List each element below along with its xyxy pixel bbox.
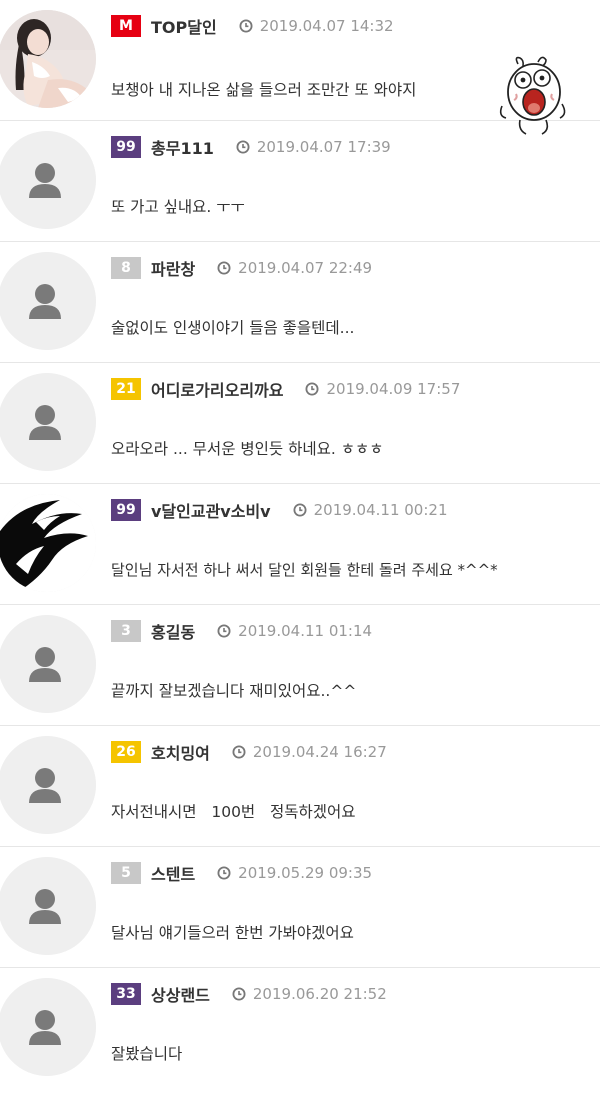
comment-date: 2019.06.20 21:52 xyxy=(232,985,387,1003)
comment-text: 술없이도 인생이야기 들음 좋을텐데... xyxy=(111,319,355,337)
clock-icon xyxy=(217,261,231,275)
comment-date: 2019.04.07 17:39 xyxy=(236,138,391,156)
comment-date: 2019.04.24 16:27 xyxy=(232,743,387,761)
clock-icon xyxy=(305,382,319,396)
clock-icon xyxy=(217,624,231,638)
comment-list: M TOP달인 2019.04.07 14:32 보챙아 내 지나온 삶을 들으… xyxy=(0,0,600,1089)
author-nickname[interactable]: 홍길동 xyxy=(151,619,195,643)
comment-date: 2019.04.07 22:49 xyxy=(217,259,372,277)
date-text: 2019.04.07 22:49 xyxy=(238,259,373,277)
clock-icon xyxy=(239,19,253,33)
default-person-icon xyxy=(0,131,96,229)
author-nickname[interactable]: 상상랜드 xyxy=(151,982,210,1006)
default-person-icon xyxy=(0,736,96,834)
clock-icon xyxy=(293,503,307,517)
comment-meta: 8 파란창 2019.04.07 22:49 xyxy=(111,257,372,279)
level-badge: 26 xyxy=(111,741,141,763)
comment-meta: M TOP달인 2019.04.07 14:32 xyxy=(111,15,394,37)
comment-date: 2019.04.11 01:14 xyxy=(217,622,372,640)
author-nickname[interactable]: v달인교관v소비v xyxy=(151,498,271,522)
comment-date: 2019.04.07 14:32 xyxy=(239,17,394,35)
comment-date: 2019.04.11 00:21 xyxy=(293,501,448,519)
level-badge: 8 xyxy=(111,257,141,279)
default-person-icon xyxy=(0,373,96,471)
avatar[interactable] xyxy=(0,252,96,350)
author-nickname[interactable]: 총무111 xyxy=(151,135,214,159)
date-text: 2019.04.09 17:57 xyxy=(326,380,461,398)
comment-item: 26 호치밍여 2019.04.24 16:27 자서전내시면 100번 정독하… xyxy=(0,726,600,847)
date-text: 2019.04.07 17:39 xyxy=(256,138,391,156)
comment-meta: 5 스텐트 2019.05.29 09:35 xyxy=(111,862,372,884)
author-nickname[interactable]: 스텐트 xyxy=(151,861,195,885)
clock-icon xyxy=(232,745,246,759)
clock-icon xyxy=(236,140,250,154)
avatar[interactable] xyxy=(0,857,96,955)
comment-item: 99 v달인교관v소비v 2019.04.11 00:21 달인님 자서전 하나… xyxy=(0,484,600,605)
clock-icon xyxy=(232,987,246,1001)
author-nickname[interactable]: TOP달인 xyxy=(151,14,217,38)
author-nickname[interactable]: 파란창 xyxy=(151,256,195,280)
comment-item: 33 상상랜드 2019.06.20 21:52 잘봤습니다 xyxy=(0,968,600,1089)
default-person-icon xyxy=(0,978,96,1076)
comment-text: 달인님 자서전 하나 써서 달인 회원들 한테 돌려 주세요 *^^* xyxy=(111,561,498,579)
comment-meta: 99 총무111 2019.04.07 17:39 xyxy=(111,136,391,158)
default-person-icon xyxy=(0,857,96,955)
level-badge: M xyxy=(111,15,141,37)
comment-date: 2019.05.29 09:35 xyxy=(217,864,372,882)
date-text: 2019.04.07 14:32 xyxy=(259,17,394,35)
avatar[interactable] xyxy=(0,131,96,229)
comment-meta: 26 호치밍여 2019.04.24 16:27 xyxy=(111,741,387,763)
author-nickname[interactable]: 호치밍여 xyxy=(151,740,210,764)
comment-text: 자서전내시면 100번 정독하겠어요 xyxy=(111,803,356,821)
author-nickname[interactable]: 어디로가리오리까요 xyxy=(151,377,283,401)
date-text: 2019.04.11 01:14 xyxy=(238,622,373,640)
comment-item: 99 총무111 2019.04.07 17:39 또 가고 싶내요. ㅜㅜ xyxy=(0,121,600,242)
comment-item: 21 어디로가리오리까요 2019.04.09 17:57 오라오라 ... 무… xyxy=(0,363,600,484)
level-badge: 3 xyxy=(111,620,141,642)
user-photo-icon xyxy=(0,10,96,108)
default-person-icon xyxy=(0,615,96,713)
comment-meta: 99 v달인교관v소비v 2019.04.11 00:21 xyxy=(111,499,448,521)
surprised-cartoon-face-icon xyxy=(496,54,568,136)
level-badge: 99 xyxy=(111,499,141,521)
avatar[interactable] xyxy=(0,494,96,592)
comment-text: 오라오라 ... 무서운 병인듯 하네요. ㅎㅎㅎ xyxy=(111,440,384,458)
level-badge: 5 xyxy=(111,862,141,884)
avatar[interactable] xyxy=(0,373,96,471)
clock-icon xyxy=(217,866,231,880)
avatar[interactable] xyxy=(0,736,96,834)
comment-item: 8 파란창 2019.04.07 22:49 술없이도 인생이야기 들음 좋을텐… xyxy=(0,242,600,363)
avatar[interactable] xyxy=(0,615,96,713)
comment-meta: 33 상상랜드 2019.06.20 21:52 xyxy=(111,983,387,1005)
comment-meta: 3 홍길동 2019.04.11 01:14 xyxy=(111,620,372,642)
default-person-icon xyxy=(0,252,96,350)
avatar[interactable] xyxy=(0,10,96,108)
level-badge: 21 xyxy=(111,378,141,400)
date-text: 2019.06.20 21:52 xyxy=(252,985,387,1003)
comment-item: 5 스텐트 2019.05.29 09:35 달사님 얘기들으러 한번 가봐야겠… xyxy=(0,847,600,968)
level-badge: 99 xyxy=(111,136,141,158)
comment-text: 잘봤습니다 xyxy=(111,1045,183,1063)
date-text: 2019.05.29 09:35 xyxy=(238,864,373,882)
date-text: 2019.04.24 16:27 xyxy=(252,743,387,761)
comment-meta: 21 어디로가리오리까요 2019.04.09 17:57 xyxy=(111,378,460,400)
comment-item: M TOP달인 2019.04.07 14:32 보챙아 내 지나온 삶을 들으… xyxy=(0,0,600,135)
comment-item: 3 홍길동 2019.04.11 01:14 끝까지 잘보겠습니다 재미있어요.… xyxy=(0,605,600,726)
black-wing-image-icon xyxy=(0,494,96,592)
comment-text: 보챙아 내 지나온 삶을 들으러 조만간 또 와야지 xyxy=(111,81,417,99)
avatar[interactable] xyxy=(0,978,96,1076)
date-text: 2019.04.11 00:21 xyxy=(313,501,448,519)
comment-date: 2019.04.09 17:57 xyxy=(305,380,460,398)
comment-text: 달사님 얘기들으러 한번 가봐야겠어요 xyxy=(111,924,354,942)
comment-text: 끝까지 잘보겠습니다 재미있어요..^^ xyxy=(111,682,357,700)
comment-text: 또 가고 싶내요. ㅜㅜ xyxy=(111,198,245,216)
level-badge: 33 xyxy=(111,983,141,1005)
